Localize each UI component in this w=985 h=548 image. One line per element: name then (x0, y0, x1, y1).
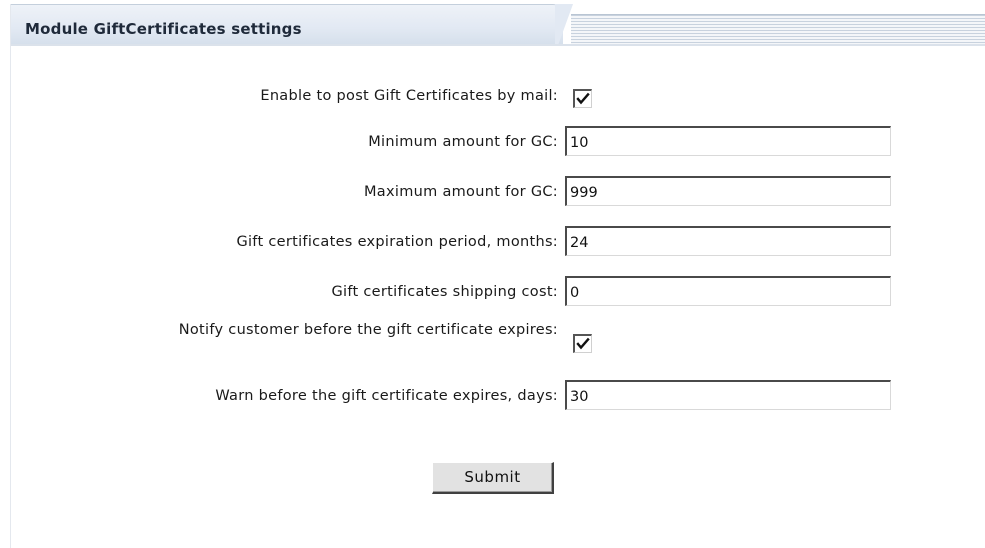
checkmark-icon (576, 92, 590, 105)
settings-panel: Module GiftCertificates settings Enable … (10, 4, 985, 548)
page-title: Module GiftCertificates settings (25, 20, 302, 38)
max-amount-label: Maximum amount for GC: (363, 184, 558, 200)
max-amount-input[interactable] (565, 176, 891, 206)
header-divider (11, 44, 985, 46)
panel-header: Module GiftCertificates settings (11, 4, 985, 46)
notify-customer-checkbox[interactable] (573, 334, 592, 353)
min-amount-label: Minimum amount for GC: (368, 134, 558, 150)
expiration-period-input[interactable] (565, 226, 891, 256)
warn-days-label: Warn before the gift certificate expires… (215, 388, 558, 404)
expiration-period-label: Gift certificates expiration period, mon… (236, 234, 558, 250)
min-amount-input[interactable] (565, 126, 891, 156)
shipping-cost-input[interactable] (565, 276, 891, 306)
post-by-mail-label: Enable to post Gift Certificates by mail… (260, 88, 558, 104)
submit-button[interactable]: Submit (432, 462, 554, 494)
post-by-mail-checkbox[interactable] (573, 89, 592, 108)
shipping-cost-label: Gift certificates shipping cost: (331, 284, 558, 300)
header-decoration (571, 14, 985, 45)
notify-customer-label: Notify customer before the gift certific… (178, 322, 558, 338)
warn-days-input[interactable] (565, 380, 891, 410)
checkmark-icon (576, 337, 590, 350)
